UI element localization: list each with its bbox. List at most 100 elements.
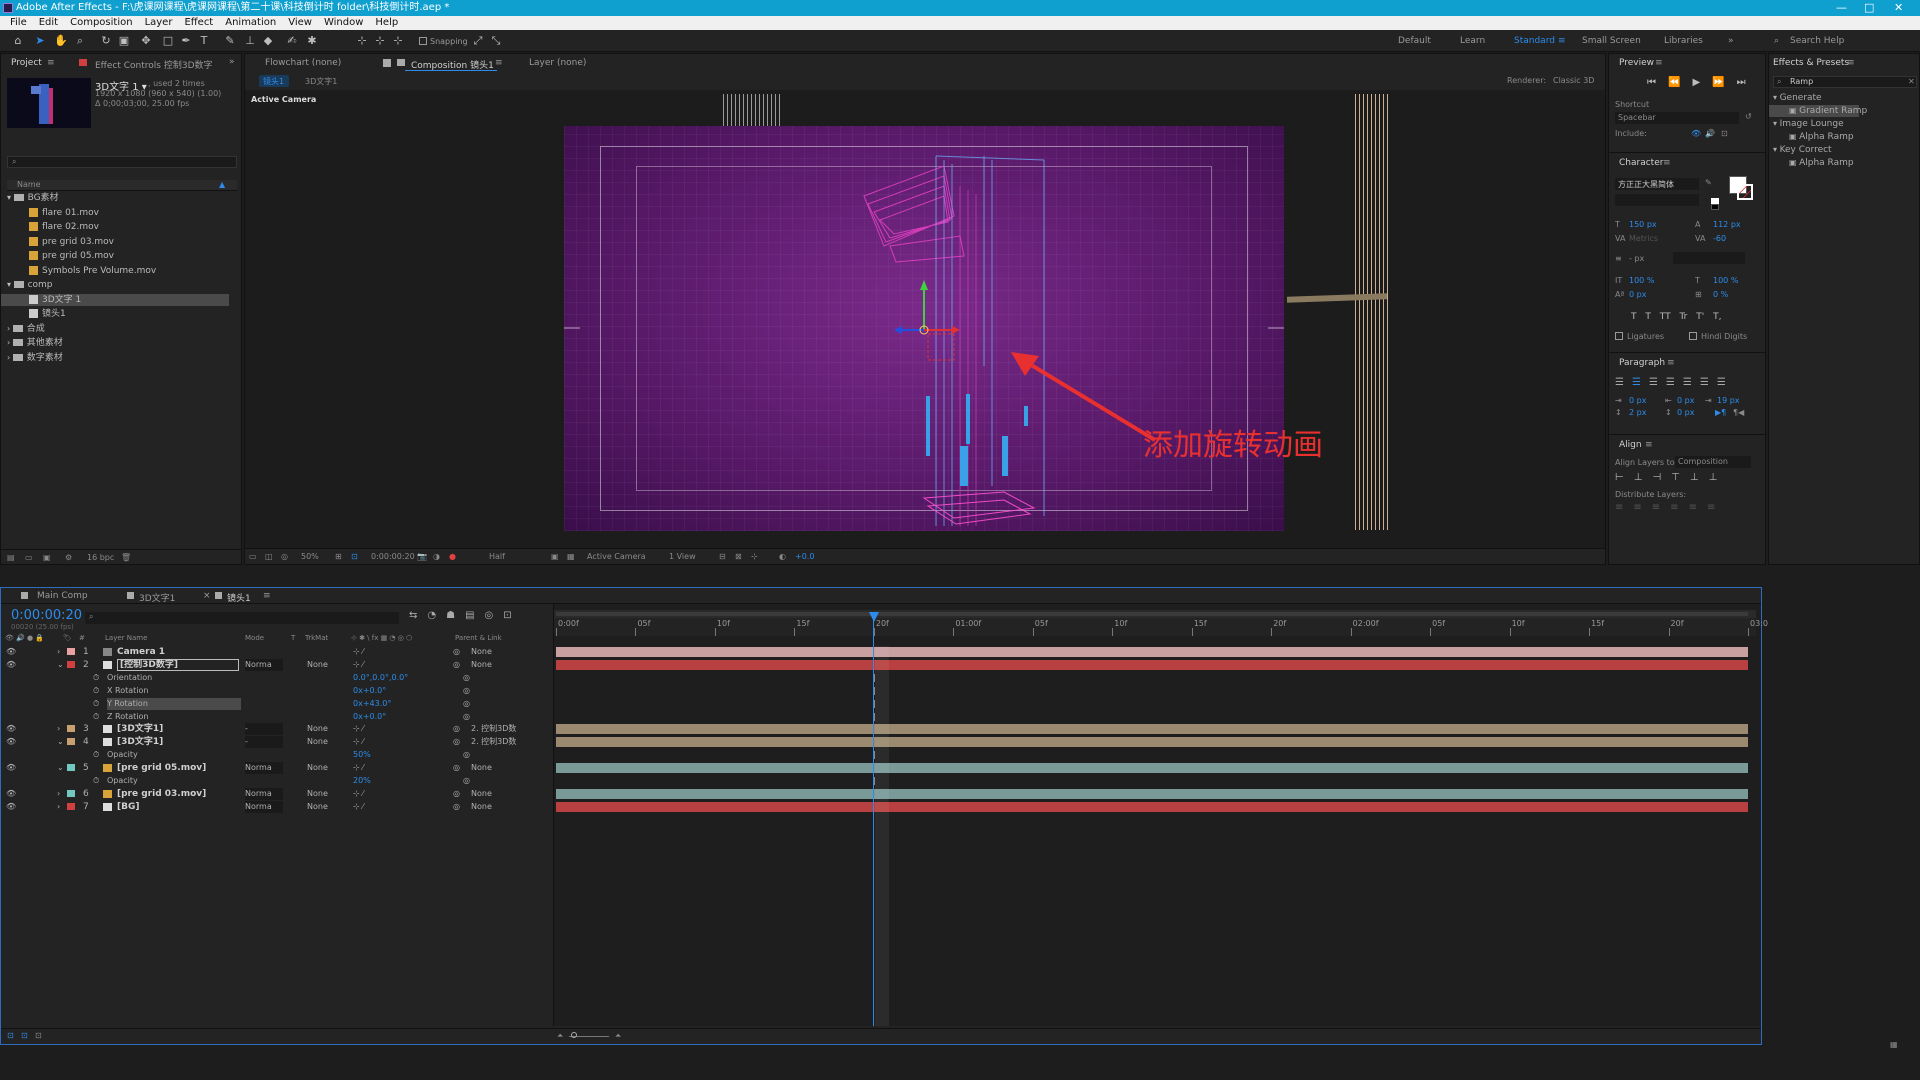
- include-overlay-icon[interactable]: ⊡: [1721, 129, 1728, 138]
- layer-name[interactable]: [3D文字1]: [117, 736, 163, 748]
- track-matte-select[interactable]: None: [307, 788, 343, 800]
- pen-tool-icon[interactable]: ✒: [180, 35, 192, 47]
- flowchart-icon[interactable]: ⊹: [751, 552, 758, 561]
- label-color-swatch[interactable]: [67, 802, 75, 810]
- align-menu-icon[interactable]: ≡: [1645, 440, 1653, 450]
- align-to-select[interactable]: Composition: [1675, 456, 1751, 468]
- stopwatch-icon[interactable]: ⏱: [93, 775, 99, 787]
- toggle-mask-icon[interactable]: ◎: [281, 552, 288, 561]
- layer-row[interactable]: 👁 › 6 [pre grid 03.mov] Norma None ⊹ ⁄ ◎ None: [1, 787, 551, 800]
- layer-tab[interactable]: Layer (none): [529, 58, 586, 68]
- layer-name[interactable]: [控制3D数字]: [117, 658, 239, 671]
- faux-italic-button[interactable]: T: [1645, 312, 1651, 322]
- project-item[interactable]: ▾ BG素材: [1, 192, 229, 204]
- parent-pickwhip-icon[interactable]: ◎: [453, 723, 460, 735]
- disclosure-triangle-icon[interactable]: ›: [57, 646, 60, 658]
- parent-pickwhip-icon[interactable]: ◎: [453, 801, 460, 813]
- stopwatch-icon[interactable]: ⏱: [93, 711, 99, 723]
- property-value[interactable]: 50%: [353, 749, 371, 761]
- preview-menu-icon[interactable]: ≡: [1655, 58, 1663, 68]
- layer-duration-bar[interactable]: [556, 647, 1748, 657]
- project-settings-icon[interactable]: ⚙: [65, 553, 72, 562]
- search-help[interactable]: Search Help: [1790, 36, 1844, 46]
- crumb-active[interactable]: 镜头1: [259, 75, 289, 87]
- project-item[interactable]: › 其他素材: [1, 337, 229, 349]
- comp-flowchart-icon[interactable]: ⇆: [409, 610, 427, 621]
- col-t[interactable]: T: [291, 634, 295, 642]
- layer-row[interactable]: 👁 ⌄ 4 [3D文字1] - None ⊹ ⁄ ◎ 2. 控制3D数: [1, 736, 551, 749]
- menu-help[interactable]: Help: [369, 16, 404, 30]
- stopwatch-icon[interactable]: ⏱: [93, 672, 99, 684]
- disclosure-triangle-icon[interactable]: ›: [57, 723, 60, 735]
- menu-animation[interactable]: Animation: [219, 16, 282, 30]
- project-item[interactable]: › 合成: [1, 323, 229, 335]
- disclosure-triangle-icon[interactable]: ⌄: [57, 659, 64, 671]
- timeline-search-input[interactable]: ⌕: [85, 612, 399, 624]
- align-h-center-icon[interactable]: ⊥: [1634, 472, 1653, 483]
- project-tab-menu-icon[interactable]: ≡: [47, 58, 55, 68]
- disclosure-triangle-icon[interactable]: ⌄: [57, 736, 64, 748]
- effects-search-input[interactable]: ⌕ Ramp ✕: [1773, 76, 1917, 88]
- effects-menu-icon[interactable]: ≡: [1847, 58, 1855, 68]
- property-row[interactable]: ⏱ Opacity 20% ◎: [1, 775, 551, 787]
- flowchart-tab[interactable]: Flowchart (none): [265, 58, 341, 68]
- col-mode[interactable]: Mode: [245, 634, 264, 642]
- distribute-v-center-icon[interactable]: ≡: [1633, 502, 1651, 513]
- layer-switches-icons[interactable]: ⊹ ⁄: [353, 723, 364, 735]
- time-graph[interactable]: 0:00f 05f 10f 15f 20f 01:00f 05f 10f 15f 20f 02:00…: [553, 604, 1768, 1026]
- effects-category[interactable]: ▾ Key Correct: [1769, 144, 1832, 156]
- property-row[interactable]: ⏱ Opacity 50% ◎: [1, 749, 551, 761]
- selection-tool-icon[interactable]: ➤: [34, 35, 46, 47]
- property-value[interactable]: 0.0°,0.0°,0.0°: [353, 672, 408, 684]
- project-item[interactable]: Symbols Pre Volume.mov: [1, 265, 229, 277]
- align-top-edges-icon[interactable]: ⊤: [1671, 472, 1690, 483]
- hindi-digits-checkbox[interactable]: [1689, 332, 1697, 340]
- bpc-label[interactable]: 16 bpc: [87, 553, 114, 562]
- fast-draft-icon[interactable]: ⊠: [735, 552, 742, 561]
- stopwatch-icon[interactable]: ⏱: [93, 685, 99, 697]
- shy-layers-icon[interactable]: ☗: [446, 610, 465, 621]
- stopwatch-icon[interactable]: ⏱: [93, 749, 99, 761]
- superscript-button[interactable]: T': [1696, 312, 1704, 322]
- black-swatch[interactable]: [1711, 204, 1719, 210]
- justify-all-icon[interactable]: ☰: [1717, 377, 1734, 388]
- layer-row[interactable]: 👁 › 3 [3D文字1] - None ⊹ ⁄ ◎ 2. 控制3D数: [1, 723, 551, 736]
- effect-item[interactable]: ▣ Gradient Ramp: [1769, 105, 1867, 117]
- axis-local-icon[interactable]: ⊹: [356, 35, 368, 47]
- layer-switches-icons[interactable]: ⊹ ⁄: [353, 801, 364, 813]
- track-matte-select[interactable]: None: [307, 659, 343, 671]
- interpret-footage-icon[interactable]: ▤: [7, 553, 15, 562]
- puppet-tool-icon[interactable]: ✱: [306, 35, 318, 47]
- layer-row[interactable]: 👁 › 1 Camera 1 ⊹ ⁄ ◎ None: [1, 646, 551, 658]
- camera-view-select[interactable]: Active Camera: [587, 552, 646, 561]
- playhead-marker-icon[interactable]: [869, 612, 880, 622]
- visibility-eye-icon[interactable]: 👁: [6, 723, 16, 735]
- parent-pickwhip-icon[interactable]: ◎: [453, 736, 460, 748]
- sort-icon[interactable]: ▲: [219, 180, 225, 189]
- stroke-type-select[interactable]: [1673, 252, 1745, 264]
- property-name[interactable]: X Rotation: [107, 685, 148, 697]
- maximize-button[interactable]: □: [1864, 0, 1874, 16]
- parent-select[interactable]: 2. 控制3D数: [471, 723, 533, 735]
- zoom-out-icon[interactable]: ⏶: [557, 1031, 563, 1041]
- col-parent[interactable]: Parent & Link: [455, 634, 502, 642]
- toggle-modes-icon[interactable]: ⊡: [21, 1031, 28, 1040]
- project-item[interactable]: pre grid 05.mov: [1, 250, 229, 262]
- align-right-edges-icon[interactable]: ⊣: [1652, 472, 1671, 483]
- text-direction-ltr-icon[interactable]: ▶¶: [1715, 408, 1726, 417]
- minimize-button[interactable]: —: [1836, 0, 1847, 16]
- menu-view[interactable]: View: [282, 16, 318, 30]
- blend-mode-select[interactable]: -: [245, 736, 283, 749]
- effect-controls-tab[interactable]: Effect Controls 控制3D数字: [95, 58, 213, 71]
- indent-left-value[interactable]: 0 px: [1629, 396, 1646, 405]
- property-value[interactable]: 0x+0.0°: [353, 685, 386, 697]
- character-title[interactable]: Character: [1619, 158, 1663, 168]
- label-color-swatch[interactable]: [67, 660, 75, 668]
- tab-main-comp[interactable]: Main Comp: [37, 591, 88, 601]
- project-item[interactable]: flare 02.mov: [1, 221, 229, 233]
- menu-file[interactable]: File: [4, 16, 33, 30]
- visibility-eye-icon[interactable]: 👁: [6, 646, 16, 658]
- distribute-h-center-icon[interactable]: ≡: [1689, 502, 1707, 513]
- leading-value[interactable]: 112 px: [1713, 220, 1741, 229]
- play-icon[interactable]: ▶: [1692, 77, 1712, 88]
